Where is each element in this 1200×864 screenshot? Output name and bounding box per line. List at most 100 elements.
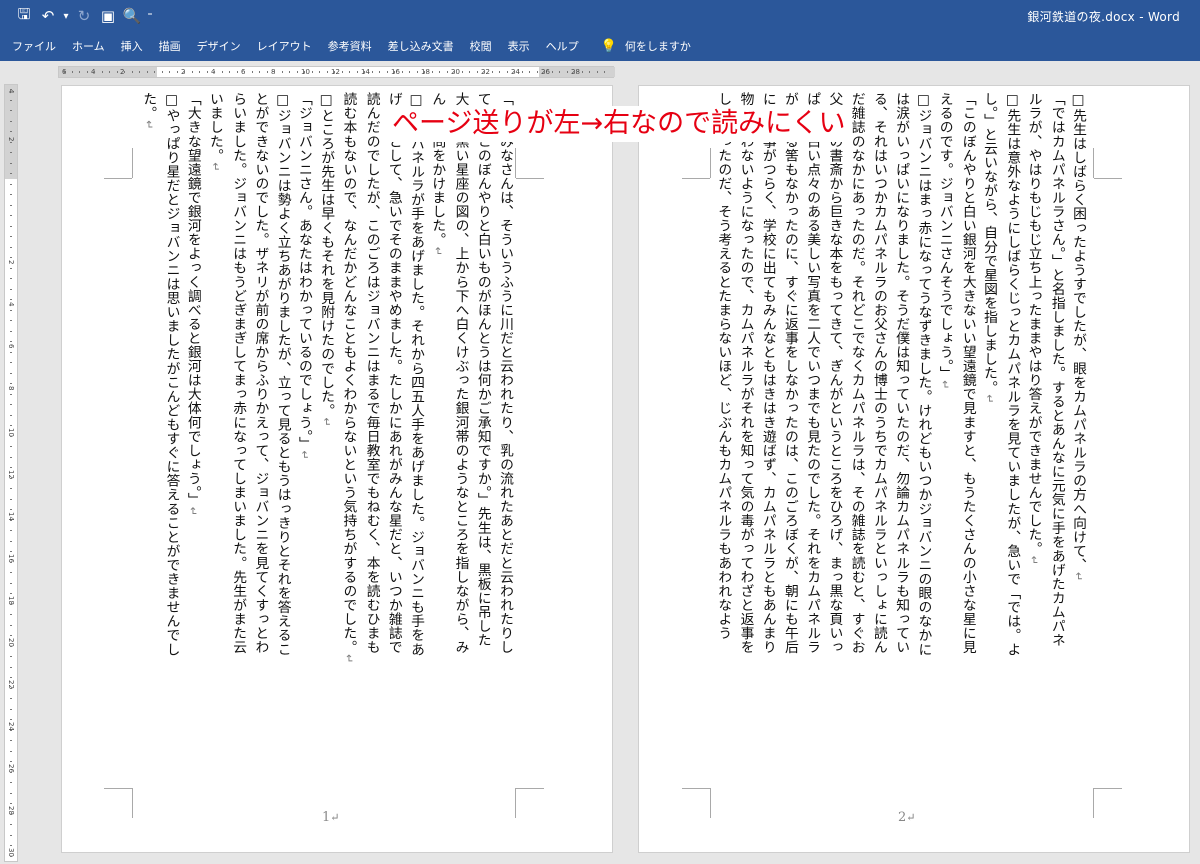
text-column[interactable]: ルラが、やはりもじもじ立ち上ったままやはり答えができませんでした。↵ [1023, 92, 1045, 792]
ruler-tick [109, 71, 110, 73]
ruler-tick [10, 141, 12, 143]
ruler-tick [431, 71, 433, 73]
text-column[interactable]: にも仕事がつらく、学校に出てもみんなともはきはき遊ばず、カムパネルラともあんまり [756, 92, 778, 792]
tab-5[interactable]: レイアウト [249, 33, 320, 61]
redo-icon[interactable]: ↻ [72, 6, 96, 26]
ruler-tick [10, 834, 12, 836]
text-line: 「大きな望遠鏡で銀河をよっく調べると銀河は大体何でしょう。」 [184, 92, 201, 507]
ruler-tick [596, 71, 598, 73]
text-column[interactable]: とができないのでした。ザネリが前の席からふりかえって、ジョバンニを見てくすっとわ [249, 92, 271, 792]
ruler-tick [499, 71, 500, 73]
print-preview-icon[interactable]: 🔍 [120, 6, 144, 26]
text-column[interactable]: えるのです。ジョバンニさんそうでしょう。」↵ [934, 92, 956, 792]
text-column[interactable]: □カムパネルラが手をあげました。それから四五人手をあげました。ジョバンニも手をあ [405, 92, 427, 792]
ruler-tick [574, 71, 575, 73]
ruler-tick [10, 425, 12, 426]
tab-4[interactable]: デザイン [189, 33, 249, 61]
title-bar: 🖫 ↶ ▾ ↻ ▣ 🔍 ⁼ 銀河鉄道の夜.docx - Word [0, 0, 1200, 33]
ruler-tick [154, 71, 155, 73]
ruler-tick [124, 71, 125, 73]
paragraph-mark-icon: ↵ [1027, 555, 1041, 566]
text-column[interactable]: んなに問をかけました。↵ [427, 92, 449, 792]
text-column[interactable]: いました。↵ [205, 92, 227, 792]
text-column[interactable]: だ雑誌のなかにあったのだ。それどこでなくカムパネルラは、その雑誌を読むと、すぐお [845, 92, 867, 792]
text-column[interactable]: る、それはいつかカムパネルラのお父さんの博士のうちでカムパネルラといっしょに読ん [868, 92, 890, 792]
text-column[interactable]: 「ではみなさんは、そういうふうに川だと云われたり、乳の流れたあとだと云われたりし [494, 92, 516, 792]
text-column[interactable]: は涙がいっぱいになりました。そうだ僕は知っていたのだ、勿論カムパネルラも知ってい [890, 92, 912, 792]
ruler-tick [514, 71, 515, 73]
ruler-label: 6 [7, 344, 15, 349]
text-column[interactable]: 読んだのでしたが、このごろはジョバンニはまるで毎日教室でもねむく、本を読むひまも [360, 92, 382, 792]
text-column[interactable]: □ところが先生は早くもそれを見附けたのでした。↵ [316, 92, 338, 792]
text-line: し。」と云いながら、自分で星図を指しました。 [981, 92, 998, 395]
text-column[interactable]: 父さんの書斎から巨きな本をもってきて、ぎんがというところをひろげ、まっ黒な頁いっ [823, 92, 845, 792]
ruler-tick [221, 71, 223, 73]
text-column[interactable]: らいました。ジョバンニはもうどぎまぎしてまっ赤になってしまいました。先生がまた云 [227, 92, 249, 792]
tab-9[interactable]: 表示 [500, 33, 538, 61]
ruler-tick [10, 572, 12, 573]
tell-me-search[interactable]: 💡 何をしますか [587, 33, 699, 61]
tab-8[interactable]: 校閲 [462, 33, 500, 61]
ruler-tick [10, 677, 12, 678]
tab-7[interactable]: 差し込み文書 [380, 33, 462, 61]
tab-2[interactable]: 挿入 [113, 33, 151, 61]
text-line: が忘れる筈もなかったのに、すぐに返事をしなかったのは、このごろぼくが、朝にも午后 [781, 92, 798, 654]
customize-qat-icon[interactable]: ⁼ [144, 6, 156, 26]
ruler-tick [64, 71, 65, 73]
save-icon[interactable]: 🖫 [12, 5, 36, 26]
vertical-ruler[interactable]: 4 2 2 4 6 8 10 12 14 16 18 20 22 24 26 28 30 [4, 84, 18, 862]
text-column[interactable]: げようとして、急いでそのままやめました。たしかにあれがみんな星だと、いつか雑誌で [383, 92, 405, 792]
page-1-text[interactable]: 「ではみなさんは、そういうふうに川だと云われたり、乳の流れたあとだと云われたりし… [138, 92, 516, 792]
text-column[interactable]: □ジョバンニは勢よく立ちあがりましたが、立って見るともうはっきりとそれを答えるこ [271, 92, 293, 792]
text-column[interactable]: ていたこのぼんやりと白いものがほんとうは何かご承知ですか。」先生は、黒板に吊した [472, 92, 494, 792]
text-line: 父さんの書斎から巨きな本をもってきて、ぎんがというところをひろげ、まっ黒な頁いっ [826, 92, 843, 654]
text-line: □ところが先生は早くもそれを見附けたのでした。 [318, 92, 335, 418]
ruler-label: 8 [7, 386, 15, 391]
page-2-text[interactable]: □先生はしばらく困ったようすでしたが、眼をカムパネルラの方へ向けて、↵ 「ではカム… [712, 92, 1090, 792]
ruler-tick [244, 71, 245, 73]
horizontal-ruler[interactable]: 642246810121416182022242628 [58, 66, 615, 78]
text-line: だ雑誌のなかにあったのだ。それどこでなくカムパネルラは、その雑誌を読むと、すぐお [848, 92, 865, 654]
text-column[interactable]: □やっぱり星だとジョバンニは思いましたがこんどもすぐに答えることができませんでし [160, 92, 182, 792]
ruler-tick [10, 341, 12, 342]
paragraph-mark-icon: ↵ [186, 506, 200, 517]
text-column[interactable]: し。」と云いながら、自分で星図を指しました。↵ [979, 92, 1001, 792]
ruler-tick [10, 614, 12, 615]
ruler-tick [10, 519, 12, 521]
ruler-tick [10, 687, 12, 689]
text-column[interactable]: 「ではカムパネルラさん。」と名指しました。するとあんなに元気に手をあげたカムパネ [1046, 92, 1068, 792]
text-column[interactable]: 読む本もないので、なんだかどんなこともよくわからないという気持ちがするのでした。… [338, 92, 360, 792]
tab-6[interactable]: 参考資料 [320, 33, 380, 61]
tab-1[interactable]: ホーム [64, 33, 113, 61]
undo-icon[interactable]: ↶ [36, 6, 60, 26]
text-column[interactable]: 大きな黒い星座の図の、上から下へ白くけぶった銀河帯のようなところを指しながら、み [449, 92, 471, 792]
text-column[interactable]: 「大きな望遠鏡で銀河をよっく調べると銀河は大体何でしょう。」↵ [182, 92, 204, 792]
ruler-tick [10, 551, 12, 552]
text-column[interactable]: 「このぼんやりと白い銀河を大きないい望遠鏡で見ますと、もうたくさんの小さな星に見 [957, 92, 979, 792]
text-column[interactable]: □ジョバンニはまっ赤になってうなずきました。けれどもいつかジョバンニの眼のなかに [912, 92, 934, 792]
tab-10[interactable]: ヘルプ [538, 33, 587, 61]
ruler-tick [589, 71, 590, 73]
ruler-tick [94, 71, 95, 73]
tab-0[interactable]: ファイル [4, 33, 64, 61]
text-column[interactable]: た。↵ [138, 92, 160, 792]
ruler-tick [10, 855, 12, 857]
tell-me-label: 何をしますか [624, 40, 691, 53]
text-column[interactable]: しなかったのだ、そう考えるとたまらないほど、じぶんもカムパネルラもあわれなよう [712, 92, 734, 792]
text-column[interactable]: ぱいに白い点々のある美しい写真を二人でいつまでも見たのでした。それをカムパネルラ [801, 92, 823, 792]
text-column[interactable]: 「ジョバンニさん。あなたはわかっているのでしょう。」↵ [294, 92, 316, 792]
text-column[interactable]: □先生はしばらく困ったようすでしたが、眼をカムパネルラの方へ向けて、↵ [1068, 92, 1090, 792]
undo-dropdown-icon[interactable]: ▾ [60, 6, 72, 26]
tab-3[interactable]: 描画 [151, 33, 189, 61]
text-column[interactable]: 物を云わないようになったので、カムパネルラがそれを知って気の毒がってわざと返事を [734, 92, 756, 792]
save-as-icon[interactable]: ▣ [96, 6, 120, 26]
text-line: □先生はしばらく困ったようすでしたが、眼をカムパネルラの方へ向けて、 [1070, 92, 1086, 572]
text-column[interactable]: が忘れる筈もなかったのに、すぐに返事をしなかったのは、このごろぼくが、朝にも午后 [779, 92, 801, 792]
ruler-tick [10, 173, 12, 174]
text-column[interactable]: □先生は意外なようにしばらくじっとカムパネルラを見ていましたが、急いで「では。よ [1001, 92, 1023, 792]
ruler-tick [10, 477, 12, 479]
ruler-tick [10, 813, 12, 815]
crop-mark [132, 788, 133, 818]
ruler-tick [10, 509, 12, 510]
ruler-label: 16 [391, 68, 400, 76]
